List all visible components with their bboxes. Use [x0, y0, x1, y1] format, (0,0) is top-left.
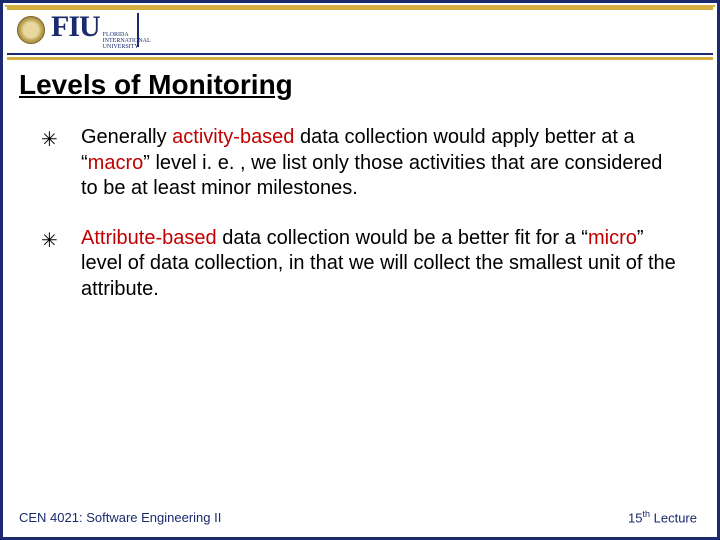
bullet-item: ✳ Attribute-based data collection would … [41, 226, 679, 303]
top-gold-border [5, 5, 715, 7]
keyword: micro [588, 227, 637, 249]
slide: FIU FLORIDA INTERNATIONAL UNIVERSITY Lev… [0, 0, 720, 540]
asterisk-icon: ✳ [41, 226, 81, 303]
footer-left: CEN 4021: Software Engineering II [19, 510, 221, 525]
logo-area: FIU FLORIDA INTERNATIONAL UNIVERSITY [7, 10, 163, 50]
fiu-logo: FIU FLORIDA INTERNATIONAL UNIVERSITY [51, 10, 163, 50]
lecture-word: Lecture [650, 510, 697, 525]
header-band: FIU FLORIDA INTERNATIONAL UNIVERSITY [7, 7, 713, 55]
footer-right: 15th Lecture [628, 509, 697, 525]
lecture-ordinal: th [643, 509, 651, 519]
header-gold-line [7, 7, 713, 10]
university-seal-icon [17, 16, 45, 44]
keyword: activity-based [172, 126, 294, 148]
bullet-item: ✳ Generally activity-based data collecti… [41, 125, 679, 202]
text-pre: Generally [81, 126, 172, 148]
keyword: macro [88, 152, 144, 174]
slide-title: Levels of Monitoring [19, 69, 293, 101]
gold-line [7, 57, 713, 60]
text-mid: data collection would be a better fit fo… [217, 227, 588, 249]
asterisk-icon: ✳ [41, 125, 81, 202]
bullet-text: Generally activity-based data collection… [81, 125, 679, 202]
bullet-text: Attribute-based data collection would be… [81, 226, 679, 303]
content-area: ✳ Generally activity-based data collecti… [41, 125, 679, 327]
text-post: ” level i. e. , we list only those activ… [81, 152, 662, 200]
keyword: Attribute-based [81, 227, 217, 249]
logo-text-main: FIU [51, 10, 100, 44]
logo-text-sub: FLORIDA INTERNATIONAL UNIVERSITY [103, 32, 163, 50]
header-divider [137, 13, 139, 47]
lecture-number: 15 [628, 510, 642, 525]
